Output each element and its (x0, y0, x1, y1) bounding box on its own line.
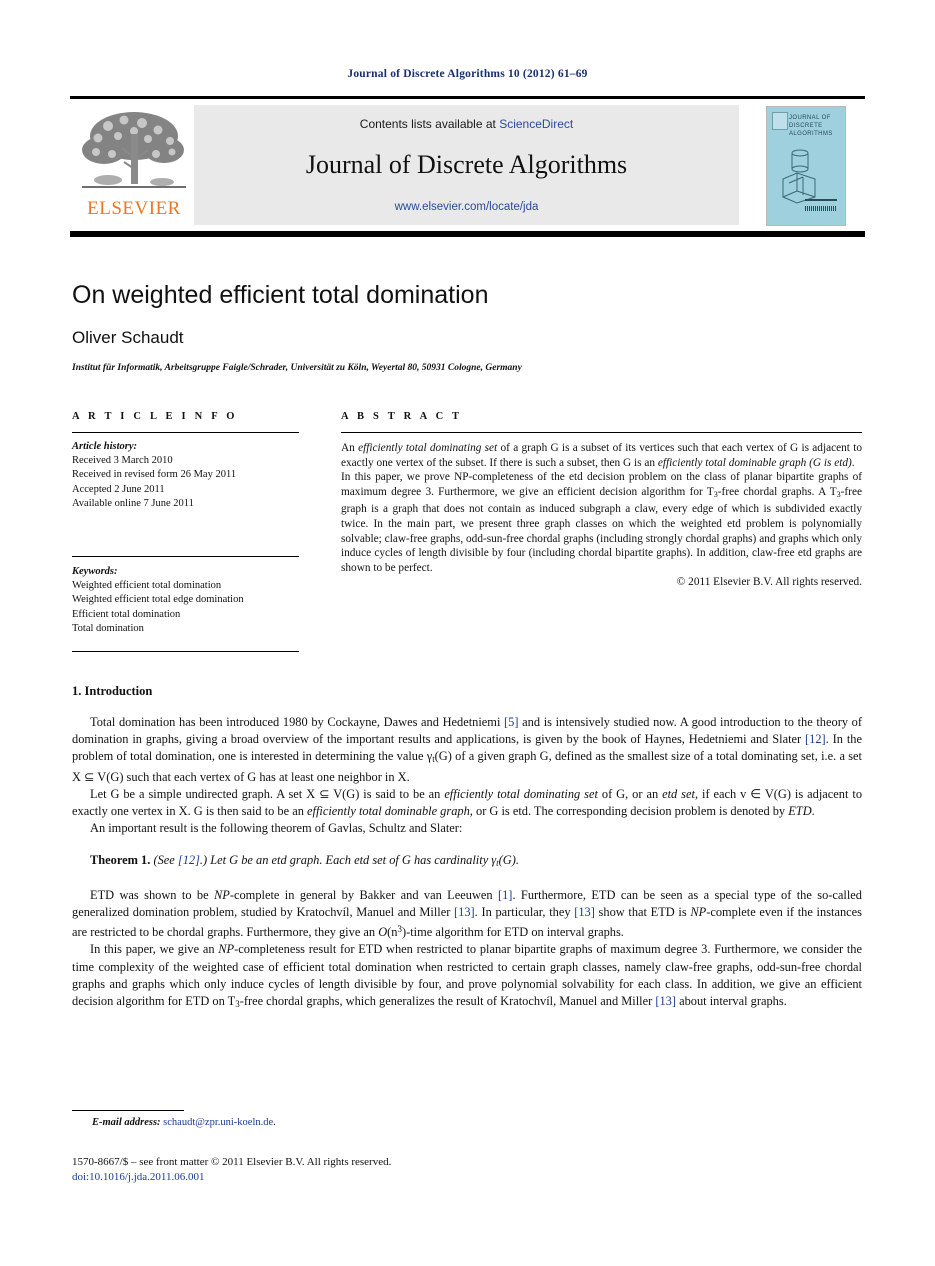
theorem-frag: (See (150, 852, 178, 867)
elsevier-tree-icon (82, 108, 186, 196)
email-link[interactable]: schaudt@zpr.uni-koeln.de (163, 1117, 273, 1128)
journal-cover-thumbnail: JOURNAL OF DISCRETE ALGORITHMS (766, 106, 846, 226)
keyword-item: Total domination (72, 622, 144, 634)
body-frag: Total domination has been introduced 198… (90, 715, 505, 729)
history-item: Received 3 March 2010 (72, 455, 173, 467)
masthead-top-rule (70, 96, 865, 99)
author-affiliation: Institut für Informatik, Arbeitsgruppe F… (72, 363, 522, 373)
sciencedirect-link[interactable]: ScienceDirect (499, 117, 573, 131)
history-item: Accepted 2 June 2011 (72, 483, 165, 495)
citation-link[interactable]: [12] (805, 732, 826, 746)
body-frag: . (811, 803, 815, 818)
body-emph: efficiently total dominating set (444, 786, 598, 801)
body-frag: about interval graphs. (675, 993, 787, 1008)
info-separator-middle (72, 556, 299, 557)
body-frag: , or G is etd. The corresponding decisio… (469, 803, 789, 818)
complexity-class: NP (214, 888, 230, 903)
masthead-box: Contents lists available at ScienceDirec… (194, 105, 739, 225)
email-label: E-mail address: (92, 1117, 161, 1128)
cover-title: JOURNAL OF DISCRETE ALGORITHMS (789, 115, 833, 137)
body-emph: efficiently total dominable graph (307, 803, 470, 818)
footnote-rule (72, 1110, 184, 1111)
abstract-text: An efficiently total dominating set of a… (341, 441, 862, 590)
contents-prefix: Contents lists available at (359, 117, 500, 131)
abstract-paragraph-1: An efficiently total dominating set of a… (341, 441, 862, 470)
history-item: Available online 7 June 2011 (72, 497, 194, 509)
keyword-item: Weighted efficient total domination (72, 580, 222, 592)
keywords-label: Keywords: (72, 566, 118, 577)
article-history: Article history: Received 3 March 2010 R… (72, 440, 299, 511)
elsevier-logo: ELSEVIER (78, 106, 190, 224)
body-emph: etd set (662, 786, 695, 801)
body-frag: )-time algorithm for ETD on interval gra… (401, 925, 624, 940)
cover-barcode (805, 206, 837, 211)
complexity-class: NP (218, 942, 235, 957)
body-paragraph-5: In this paper, we give an NP-completenes… (72, 941, 862, 1013)
elsevier-wordmark: ELSEVIER (87, 198, 181, 219)
theorem-frag: .) Let G be an etd graph. Each etd set o… (199, 852, 497, 867)
citation-link[interactable]: [13] (574, 905, 595, 919)
masthead-bottom-rule (70, 231, 865, 237)
article-info-header: A R T I C L E I N F O (72, 411, 238, 422)
article-history-label: Article history: (72, 441, 138, 452)
abstract-frag: An (341, 442, 359, 454)
abstract-emph: efficiently total dominating set (358, 442, 498, 454)
body-emph: ETD (788, 803, 812, 818)
abstract-header: A B S T R A C T (341, 411, 463, 422)
body-text: Total domination has been introduced 198… (72, 714, 862, 1013)
abstract-copyright: © 2011 Elsevier B.V. All rights reserved… (676, 576, 862, 589)
body-frag: Let G be a simple undirected graph. A se… (90, 786, 445, 801)
body-paragraph-4: ETD was shown to be NP-complete in gener… (72, 887, 862, 941)
section-title-introduction: 1. Introduction (72, 684, 153, 698)
journal-url-link[interactable]: www.elsevier.com/locate/jda (194, 201, 739, 213)
body-paragraph-2: Let G be a simple undirected graph. A se… (72, 786, 862, 820)
issn-line: 1570-8667/$ – see front matter © 2011 El… (72, 1156, 392, 1168)
keyword-item: Efficient total domination (72, 608, 181, 620)
body-frag: ETD was shown to be (90, 888, 215, 903)
author-name: Oliver Schaudt (72, 328, 184, 347)
article-page: Journal of Discrete Algorithms 10 (2012)… (0, 0, 935, 1266)
doi-link[interactable]: doi:10.1016/j.jda.2011.06.001 (72, 1170, 672, 1185)
theorem-label: Theorem 1. (90, 852, 151, 867)
citation-link[interactable]: [1] (498, 888, 512, 902)
abstract-frag: -free chordal graphs. A T (717, 485, 837, 498)
history-item: Received in revised form 26 May 2011 (72, 469, 237, 481)
footnote-email: E-mail address: schaudt@zpr.uni-koeln.de… (92, 1117, 692, 1128)
keyword-item: Weighted efficient total edge domination (72, 594, 244, 606)
abstract-separator (341, 432, 862, 433)
citation-link[interactable]: [5] (504, 715, 518, 729)
citation-link[interactable]: [13] (454, 905, 475, 919)
journal-name: Journal of Discrete Algorithms (305, 150, 628, 179)
body-frag: . In particular, they (474, 905, 575, 920)
cover-rule (805, 199, 837, 201)
bigo-symbol: O (378, 925, 388, 940)
body-frag: show that ETD is (594, 905, 691, 920)
abstract-paragraph-2: In this paper, we prove NP-completeness … (341, 470, 862, 575)
theorem-1: Theorem 1. (See [12].) Let G be an etd g… (72, 852, 862, 872)
keywords-list: Keywords: Weighted efficient total domin… (72, 565, 299, 636)
info-separator-top (72, 432, 299, 433)
abstract-emph: efficiently total dominable graph (G is … (657, 456, 852, 469)
citation-link[interactable]: [12] (178, 853, 200, 867)
body-frag: In this paper, we give an (90, 942, 219, 957)
imprint-block: 1570-8667/$ – see front matter © 2011 El… (72, 1155, 672, 1185)
body-frag: -free chordal graphs, which generalizes … (239, 993, 656, 1008)
email-suffix: . (273, 1117, 276, 1128)
citation-link[interactable]: [13] (655, 994, 676, 1008)
abstract-frag: . (851, 456, 855, 469)
theorem-frag: (G). (498, 852, 519, 867)
running-head: Journal of Discrete Algorithms 10 (2012)… (347, 68, 588, 80)
body-paragraph-1: Total domination has been introduced 198… (72, 714, 862, 786)
contents-available-line: Contents lists available at ScienceDirec… (194, 117, 739, 131)
complexity-class: NP (690, 905, 707, 920)
body-frag: (n (387, 925, 398, 940)
page-title: On weighted efficient total domination (72, 281, 489, 309)
body-paragraph-3: An important result is the following the… (90, 820, 463, 835)
body-frag: of G, or an (597, 786, 663, 801)
abstract-frag: -free graph is a graph that does not con… (341, 485, 862, 574)
info-separator-bottom (72, 651, 299, 652)
body-frag: -complete in general by Bakker and van L… (229, 888, 498, 903)
cover-elsevier-icon (772, 112, 788, 130)
